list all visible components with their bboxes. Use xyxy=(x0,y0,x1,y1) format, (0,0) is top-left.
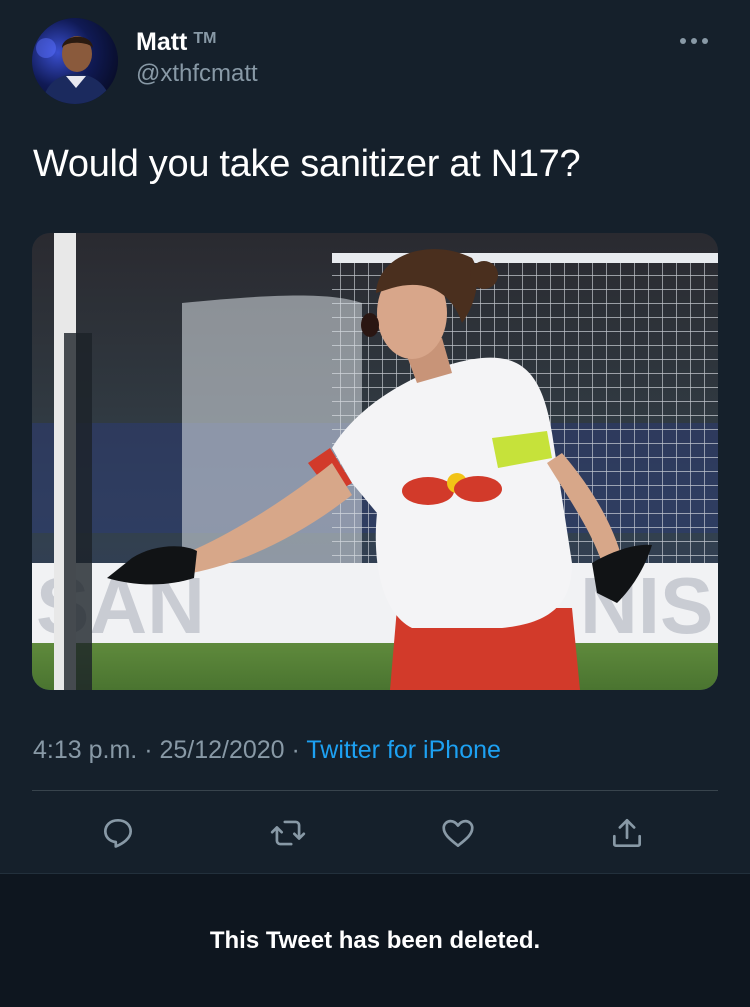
more-dot xyxy=(691,38,697,44)
share-icon xyxy=(612,818,642,848)
divider xyxy=(32,790,718,791)
meta-separator: · xyxy=(144,736,153,764)
reply-button[interactable] xyxy=(98,813,138,853)
tweet-time: 4:13 p.m. xyxy=(33,736,138,764)
media-image: SAN NIS xyxy=(32,233,718,690)
more-dot xyxy=(702,38,708,44)
tweet-source-link[interactable]: Twitter for iPhone xyxy=(306,736,501,764)
display-name-text: Matt xyxy=(136,28,188,56)
meta-separator: · xyxy=(291,736,300,764)
user-handle[interactable]: @xthfcmatt xyxy=(136,60,258,88)
tweet-text: Would you take sanitizer at N17? xyxy=(33,143,581,185)
deleted-banner-text: This Tweet has been deleted. xyxy=(209,926,541,954)
like-icon xyxy=(442,819,474,848)
like-button[interactable] xyxy=(438,813,478,853)
share-button[interactable] xyxy=(607,813,647,853)
retweet-button[interactable] xyxy=(268,813,308,853)
tweet-date: 25/12/2020 xyxy=(159,736,285,764)
avatar[interactable] xyxy=(32,18,118,104)
avatar-image xyxy=(32,18,118,104)
more-icon[interactable] xyxy=(680,26,720,56)
tweet-actions xyxy=(0,805,750,861)
tweet-media[interactable]: SAN NIS xyxy=(32,233,718,690)
reply-icon xyxy=(103,818,133,848)
retweet-icon xyxy=(270,820,306,846)
display-name[interactable]: Matt TM xyxy=(136,28,217,57)
tweet: Matt TM @xthfcmatt Would you take sanitiz… xyxy=(0,0,750,872)
deleted-banner: This Tweet has been deleted. xyxy=(0,873,750,1007)
more-dot xyxy=(680,38,686,44)
trademark-badge: TM xyxy=(193,30,217,47)
tweet-meta: 4:13 p.m. · 25/12/2020 · Twitter for iPh… xyxy=(33,736,501,765)
